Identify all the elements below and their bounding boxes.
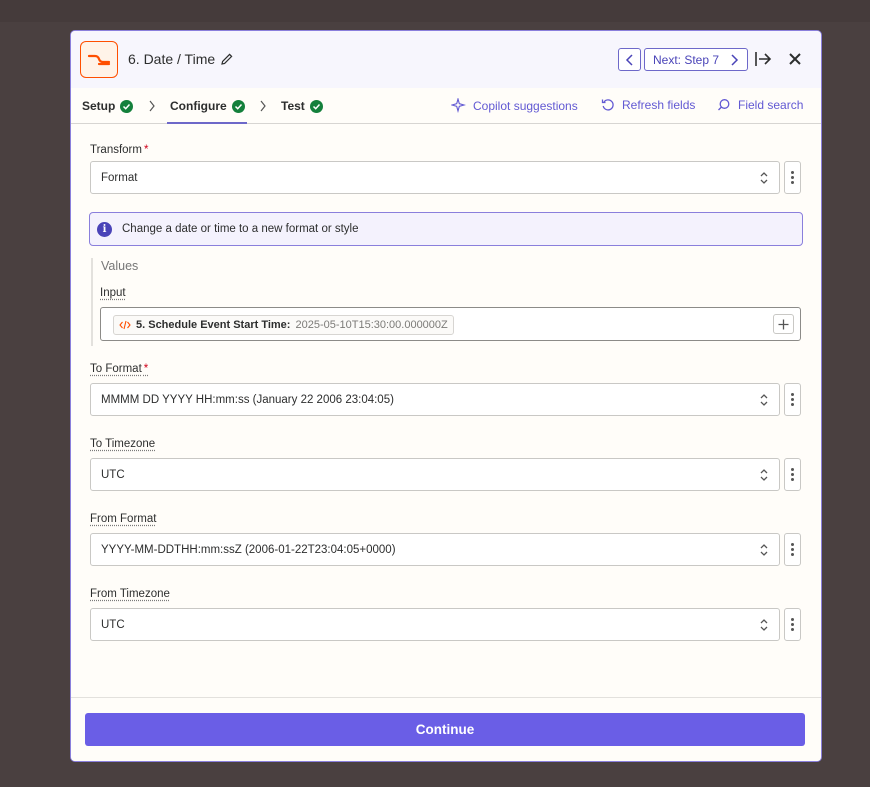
- chevron-right-icon: [149, 100, 155, 112]
- sparkle-icon: [451, 98, 466, 113]
- plus-icon[interactable]: [773, 314, 794, 334]
- from-timezone-value: UTC: [101, 618, 125, 631]
- step-tabs: Setup Configure Test Copilot suggestions…: [71, 88, 821, 124]
- chevron-right-icon: [731, 54, 739, 66]
- info-text: Change a date or time to a new format or…: [122, 223, 359, 235]
- panel-footer: Continue: [71, 697, 821, 761]
- continue-button[interactable]: Continue: [85, 713, 805, 746]
- copilot-suggestions-button[interactable]: Copilot suggestions: [451, 98, 578, 113]
- to-format-value: MMMM DD YYYY HH:mm:ss (January 22 2006 2…: [101, 393, 394, 406]
- refresh-icon: [601, 99, 614, 111]
- field-search-label: Field search: [738, 98, 804, 112]
- field-search-button[interactable]: Field search: [717, 98, 803, 112]
- from-format-kebab-icon[interactable]: [784, 533, 801, 566]
- tab-test-label: Test: [281, 99, 305, 113]
- tab-test[interactable]: Test: [281, 99, 323, 113]
- window-top-strip: [0, 0, 870, 22]
- from-format-select[interactable]: YYYY-MM-DDTHH:mm:ssZ (2006-01-22T23:04:0…: [90, 533, 780, 566]
- tab-setup-label: Setup: [82, 99, 116, 113]
- from-timezone-select[interactable]: UTC: [90, 608, 780, 641]
- to-timezone-value: UTC: [101, 468, 125, 481]
- to-timezone-label: To Timezone: [90, 438, 156, 450]
- required-marker: *: [143, 144, 149, 156]
- pill-label: 5. Schedule Event Start Time:: [136, 319, 291, 331]
- tab-configure[interactable]: Configure: [170, 99, 245, 113]
- code-icon: [119, 320, 131, 330]
- check-icon: [309, 99, 323, 113]
- panel-header: 6. Date / Time Next: Step 7: [71, 31, 821, 88]
- input-label: Input: [100, 287, 126, 299]
- input-field[interactable]: 5. Schedule Event Start Time: 2025-05-10…: [100, 307, 801, 341]
- tab-configure-label: Configure: [170, 99, 227, 113]
- transform-select[interactable]: Format: [90, 161, 780, 194]
- updown-icon: [760, 544, 768, 556]
- close-icon[interactable]: [787, 51, 803, 72]
- copilot-suggestions-label: Copilot suggestions: [473, 98, 578, 113]
- to-timezone-kebab-icon[interactable]: [784, 458, 801, 491]
- mapped-field-pill[interactable]: 5. Schedule Event Start Time: 2025-05-10…: [113, 315, 454, 335]
- values-group-rule: [91, 258, 93, 346]
- updown-icon: [760, 469, 768, 481]
- check-icon: [120, 99, 134, 113]
- pencil-icon[interactable]: [220, 52, 234, 66]
- previous-step-button[interactable]: [618, 48, 641, 71]
- active-tab-indicator: [167, 122, 247, 124]
- from-timezone-label: From Timezone: [90, 588, 170, 600]
- chevron-left-icon: [625, 53, 633, 66]
- refresh-fields-label: Refresh fields: [622, 98, 696, 112]
- chevron-right-icon: [260, 100, 266, 112]
- pill-value: 2025-05-10T15:30:00.000000Z: [295, 319, 448, 331]
- to-timezone-select[interactable]: UTC: [90, 458, 780, 491]
- from-format-value: YYYY-MM-DDTHH:mm:ssZ (2006-01-22T23:04:0…: [101, 543, 396, 556]
- check-icon: [231, 99, 245, 113]
- from-timezone-kebab-icon[interactable]: [784, 608, 801, 641]
- transform-label-text: Transform: [90, 144, 142, 156]
- to-format-label: To Format *: [90, 363, 148, 375]
- search-icon: [718, 99, 730, 111]
- required-marker: *: [143, 363, 149, 375]
- to-format-select[interactable]: MMMM DD YYYY HH:mm:ss (January 22 2006 2…: [90, 383, 780, 416]
- transform-value: Format: [101, 171, 138, 184]
- to-format-label-text: To Format: [90, 363, 142, 375]
- step-editor-panel: 6. Date / Time Next: Step 7 Setup Config…: [70, 30, 822, 762]
- values-title: Values: [101, 259, 139, 273]
- tab-setup[interactable]: Setup: [82, 99, 134, 113]
- updown-icon: [760, 394, 768, 406]
- from-format-label: From Format: [90, 513, 157, 525]
- refresh-fields-button[interactable]: Refresh fields: [601, 98, 695, 112]
- next-step-button[interactable]: Next: Step 7: [644, 48, 748, 71]
- updown-icon: [760, 619, 768, 631]
- info-icon: i: [97, 221, 112, 237]
- info-banner: i Change a date or time to a new format …: [89, 212, 803, 246]
- step-title: 6. Date / Time: [128, 51, 216, 67]
- to-format-kebab-icon[interactable]: [784, 383, 801, 416]
- transform-kebab-icon[interactable]: [784, 161, 801, 194]
- transform-label: Transform *: [90, 144, 148, 156]
- updown-icon: [760, 172, 768, 184]
- transform-app-icon: [80, 41, 118, 78]
- exit-icon[interactable]: [754, 51, 772, 72]
- next-step-label: Next: Step 7: [653, 52, 720, 67]
